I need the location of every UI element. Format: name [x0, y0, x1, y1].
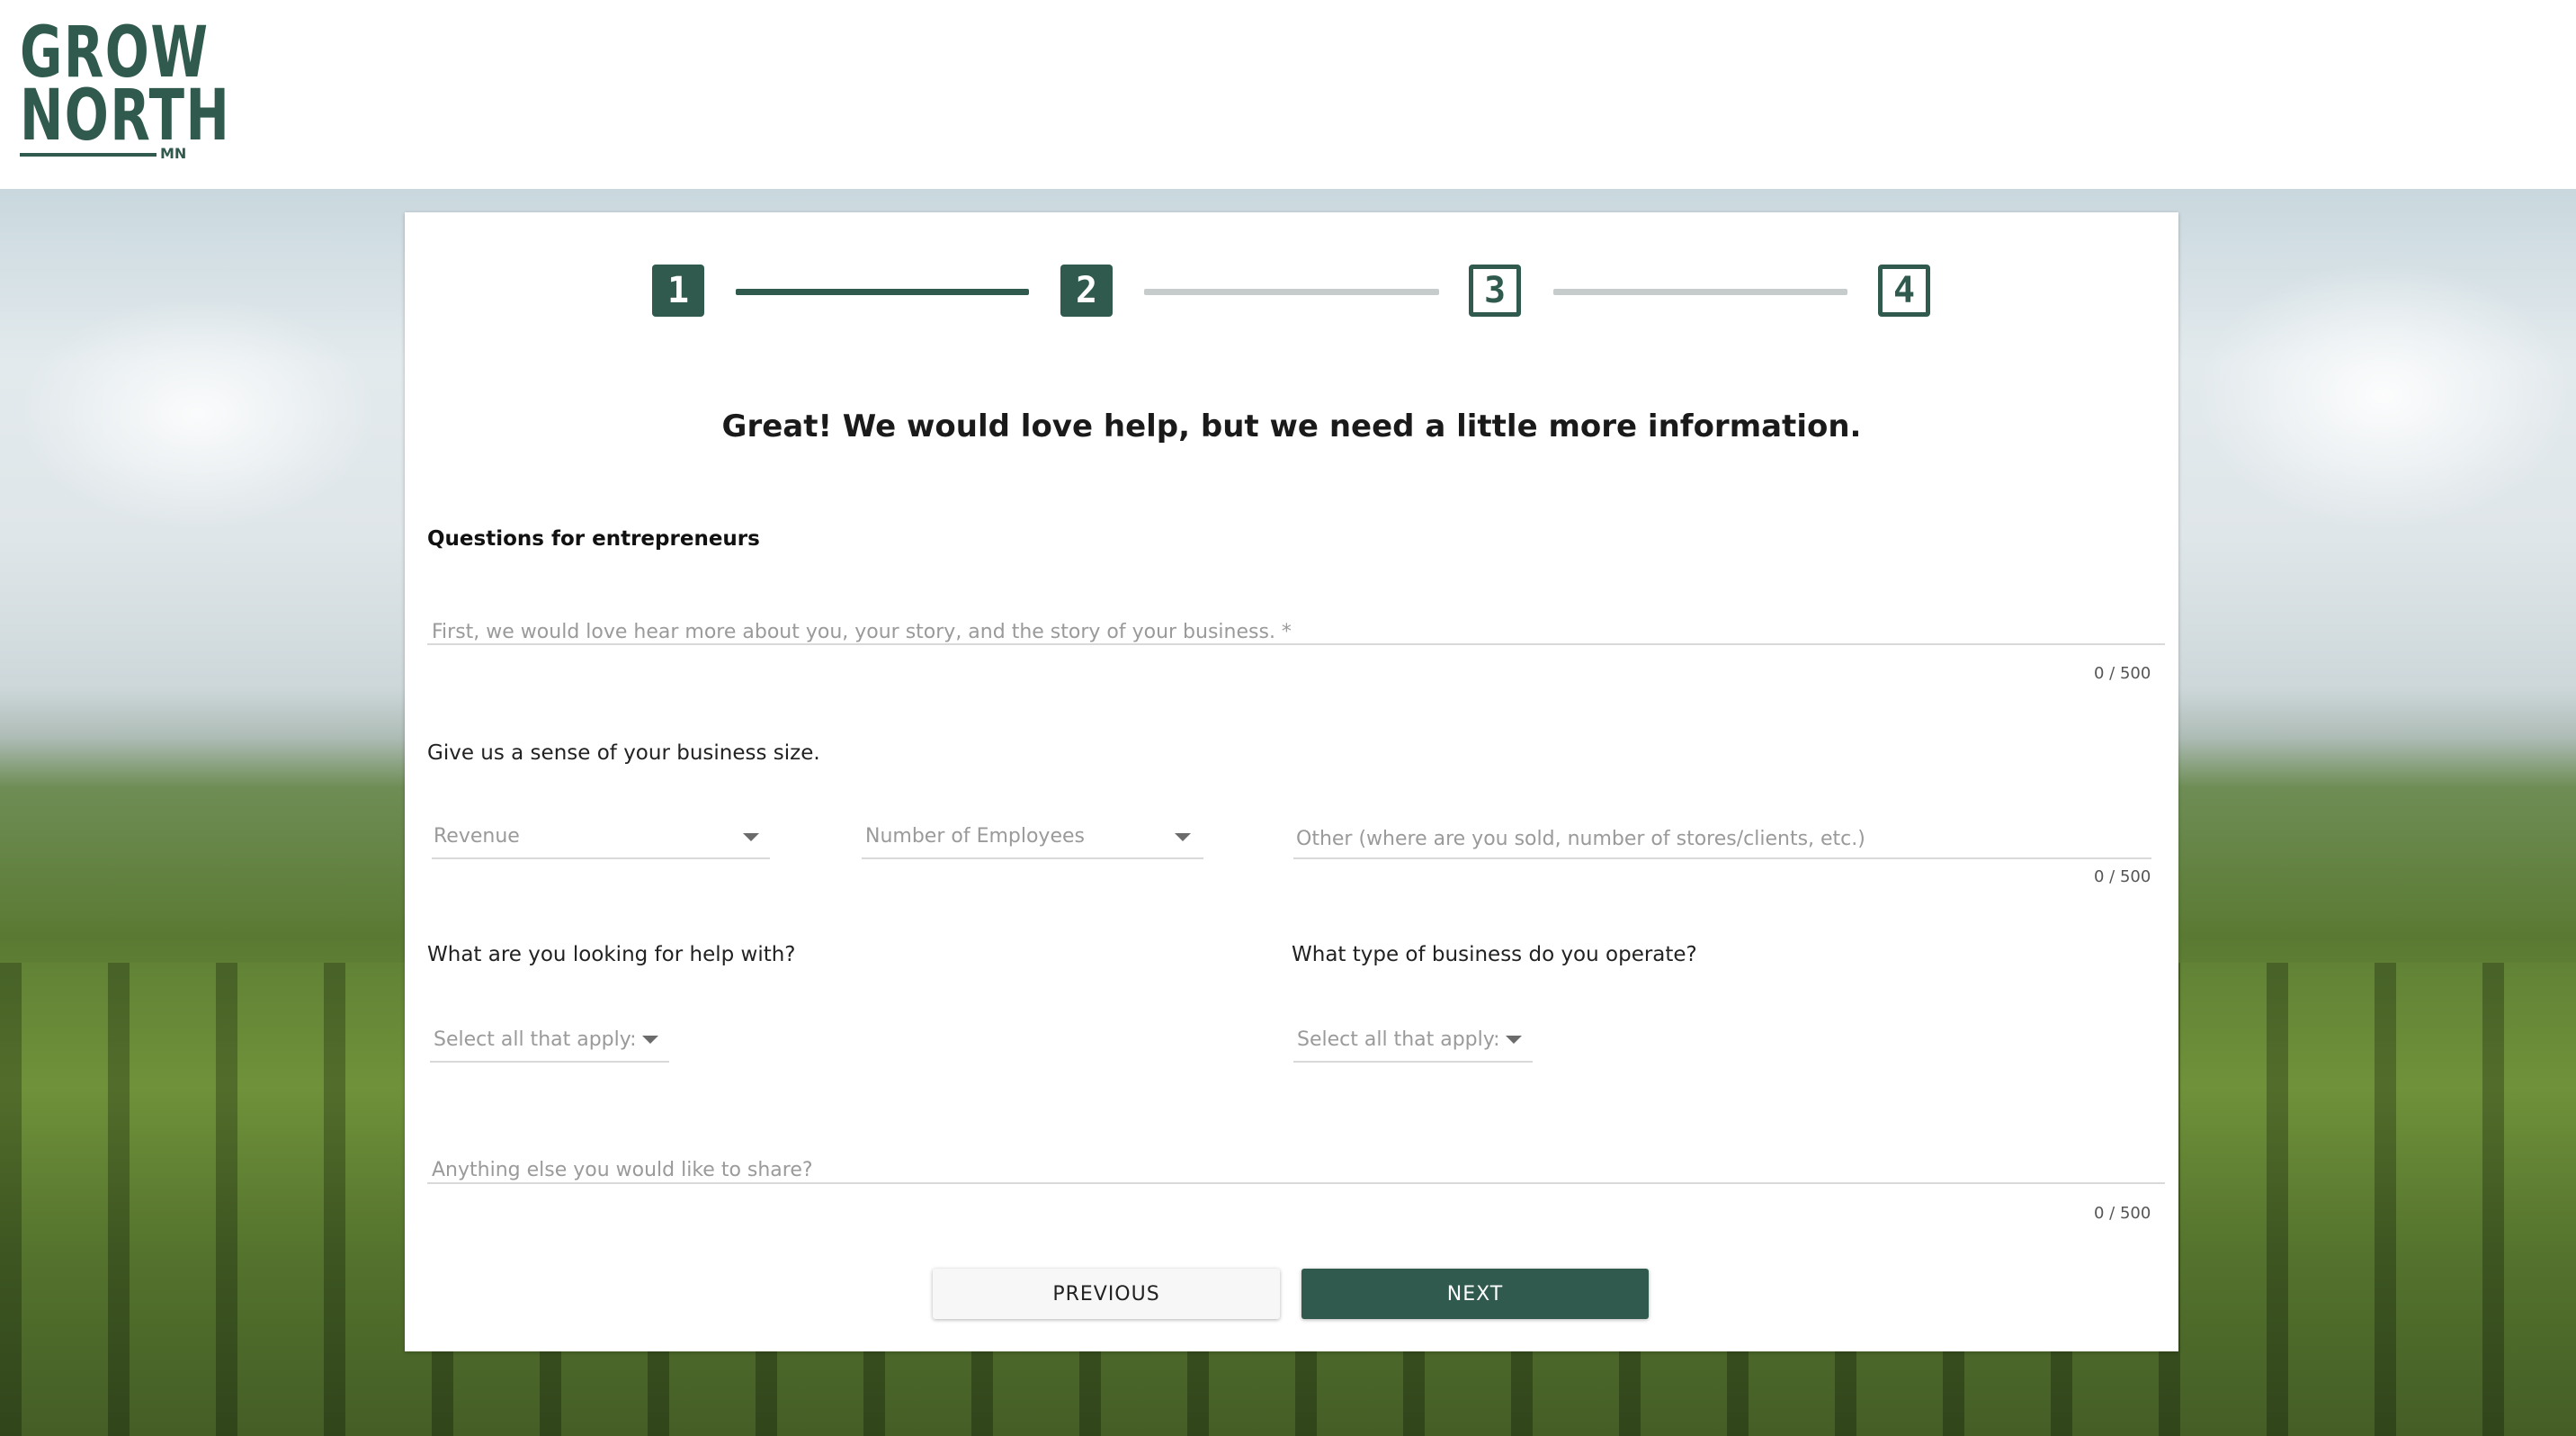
revenue-select-placeholder[interactable]: Revenue: [434, 825, 520, 848]
next-button[interactable]: NEXT: [1301, 1269, 1649, 1319]
logo-rule: [20, 153, 157, 157]
progress-stepper: 1 2 3 4: [405, 265, 2178, 322]
business-size-label: Give us a sense of your business size.: [427, 741, 820, 765]
help-with-underline: [430, 1061, 669, 1063]
cloud-shape: [18, 297, 378, 531]
anything-else-underline: [427, 1182, 2165, 1184]
help-with-placeholder[interactable]: Select all that apply:: [434, 1028, 637, 1051]
business-type-placeholder[interactable]: Select all that apply:: [1297, 1028, 1500, 1051]
other-size-placeholder[interactable]: Other (where are you sold, number of sto…: [1296, 828, 1865, 850]
logo-suffix: MN: [160, 145, 187, 162]
step-1-indicator: 1: [652, 265, 704, 317]
previous-button[interactable]: PREVIOUS: [933, 1269, 1280, 1319]
help-with-label: What are you looking for help with?: [427, 943, 796, 966]
anything-else-counter: 0 / 500: [2094, 1204, 2151, 1223]
business-type-label: What type of business do you operate?: [1292, 943, 1697, 966]
grow-north-logo[interactable]: GROW NORTH MN: [20, 18, 229, 162]
step-4-indicator: 4: [1878, 265, 1930, 317]
logo-line-2: NORTH: [20, 76, 231, 157]
employees-select-underline: [862, 857, 1203, 859]
business-type-underline: [1293, 1061, 1533, 1063]
step-3-indicator: 3: [1469, 265, 1521, 317]
anything-else-placeholder[interactable]: Anything else you would like to share?: [432, 1159, 813, 1181]
story-field-placeholder[interactable]: First, we would love hear more about you…: [432, 621, 1292, 643]
other-size-counter: 0 / 500: [2094, 867, 2151, 886]
other-size-underline: [1293, 857, 2151, 859]
step-2-indicator: 2: [1060, 265, 1113, 317]
step-connector-3: [1553, 289, 1847, 295]
form-card: 1 2 3 4 Great! We would love help, but w…: [405, 212, 2178, 1351]
site-header: GROW NORTH MN: [0, 0, 2576, 189]
employees-select-placeholder[interactable]: Number of Employees: [865, 825, 1085, 848]
chevron-down-icon[interactable]: [1506, 1036, 1522, 1044]
story-field-counter: 0 / 500: [2094, 664, 2151, 683]
section-title: Questions for entrepreneurs: [427, 527, 760, 551]
story-field-underline: [427, 643, 2165, 645]
step-connector-2: [1144, 289, 1439, 295]
page-heading: Great! We would love help, but we need a…: [721, 408, 1862, 444]
chevron-down-icon[interactable]: [642, 1036, 658, 1044]
step-connector-1: [736, 289, 1029, 295]
chevron-down-icon[interactable]: [743, 833, 759, 841]
cloud-shape: [2195, 261, 2572, 531]
chevron-down-icon[interactable]: [1175, 833, 1191, 841]
revenue-select-underline: [432, 857, 770, 859]
